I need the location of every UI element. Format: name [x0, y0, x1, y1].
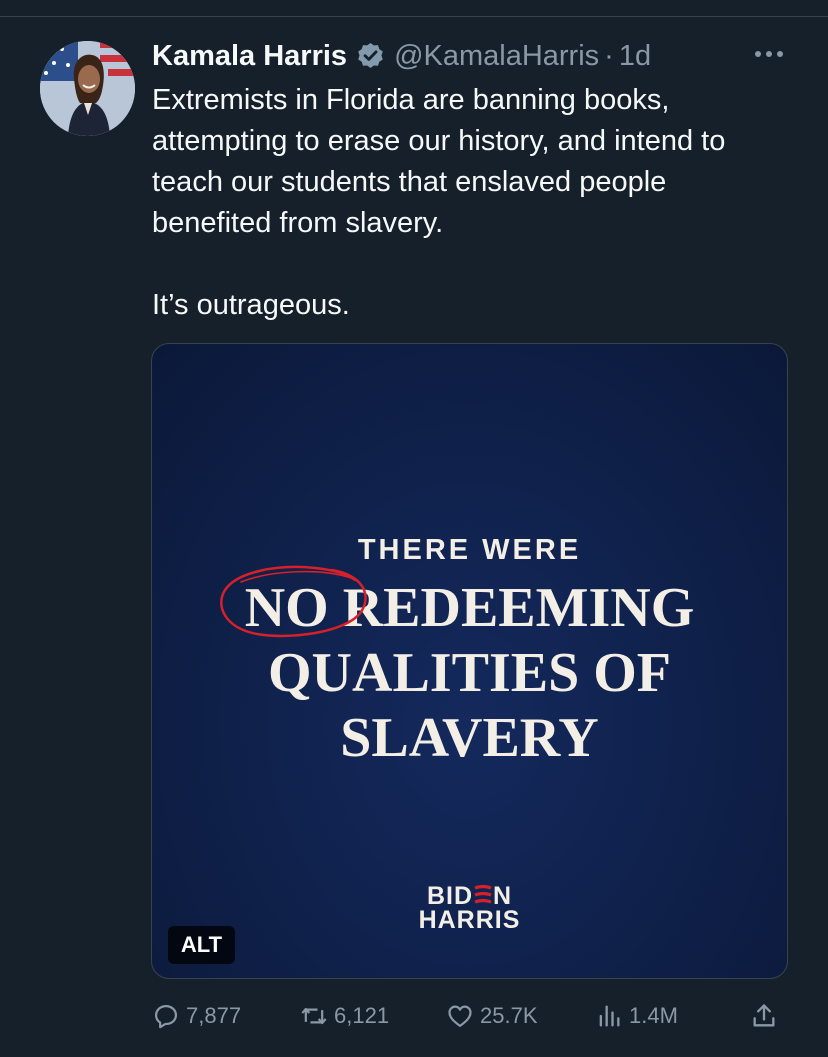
analytics-icon — [599, 1005, 620, 1027]
separator-dot: · — [604, 39, 614, 72]
logo-line-1: BID N — [427, 884, 512, 909]
image-headline: NO REDEEMING QUALITIES OF SLAVERY — [152, 565, 787, 771]
verified-badge-icon[interactable] — [355, 41, 386, 72]
handle[interactable]: @KamalaHarris — [394, 40, 599, 73]
avatar-photo — [40, 41, 135, 136]
biden-harris-logo: BID N HARRIS — [152, 884, 787, 934]
share-button[interactable] — [750, 996, 778, 1036]
reply-icon — [154, 1004, 178, 1029]
logo-line-2: HARRIS — [418, 906, 521, 934]
more-horizontal-icon[interactable] — [751, 42, 787, 66]
image-headline-line-2: QUALITIES OF — [268, 642, 671, 704]
reply-button[interactable]: 7,877 — [152, 996, 241, 1036]
heart-icon — [448, 1005, 472, 1028]
headline-line-1-rest: REDEEMING — [342, 577, 695, 639]
headline-no: NO — [244, 577, 329, 639]
alt-button[interactable]: ALT — [168, 926, 235, 964]
timestamp[interactable]: 1d — [619, 40, 651, 73]
image-headline-line-1: NO REDEEMING — [152, 565, 787, 641]
action-bar: 7,877 6,121 25.7K 1.4M — [150, 996, 790, 1036]
tweet-header: Kamala Harris @KamalaHarris · 1d — [152, 36, 651, 76]
image-kicker: THERE WERE — [357, 534, 582, 566]
like-count: 25.7K — [480, 1003, 538, 1028]
retweet-count: 6,121 — [334, 1003, 390, 1028]
share-icon — [753, 1004, 775, 1027]
views-count: 1.4M — [629, 1003, 678, 1028]
tweet-text: Extremists in Florida are banning books,… — [152, 84, 726, 321]
retweet-button[interactable]: 6,121 — [300, 996, 389, 1036]
avatar[interactable] — [40, 41, 135, 136]
display-name[interactable]: Kamala Harris — [152, 40, 347, 73]
circled-word: NO — [219, 565, 367, 641]
tweet-image[interactable]: THERE WERE NO REDEEMING QUALITIES OF SLA… — [151, 343, 788, 979]
like-button[interactable]: 25.7K — [446, 996, 538, 1036]
tweet[interactable]: Kamala Harris @KamalaHarris · 1d Extremi… — [0, 0, 828, 1057]
retweet-icon — [301, 1007, 327, 1025]
views-button[interactable]: 1.4M — [595, 996, 678, 1036]
reply-count: 7,877 — [186, 1003, 242, 1028]
image-headline-line-3: SLAVERY — [340, 707, 599, 769]
flag-stripes-icon — [474, 885, 492, 904]
